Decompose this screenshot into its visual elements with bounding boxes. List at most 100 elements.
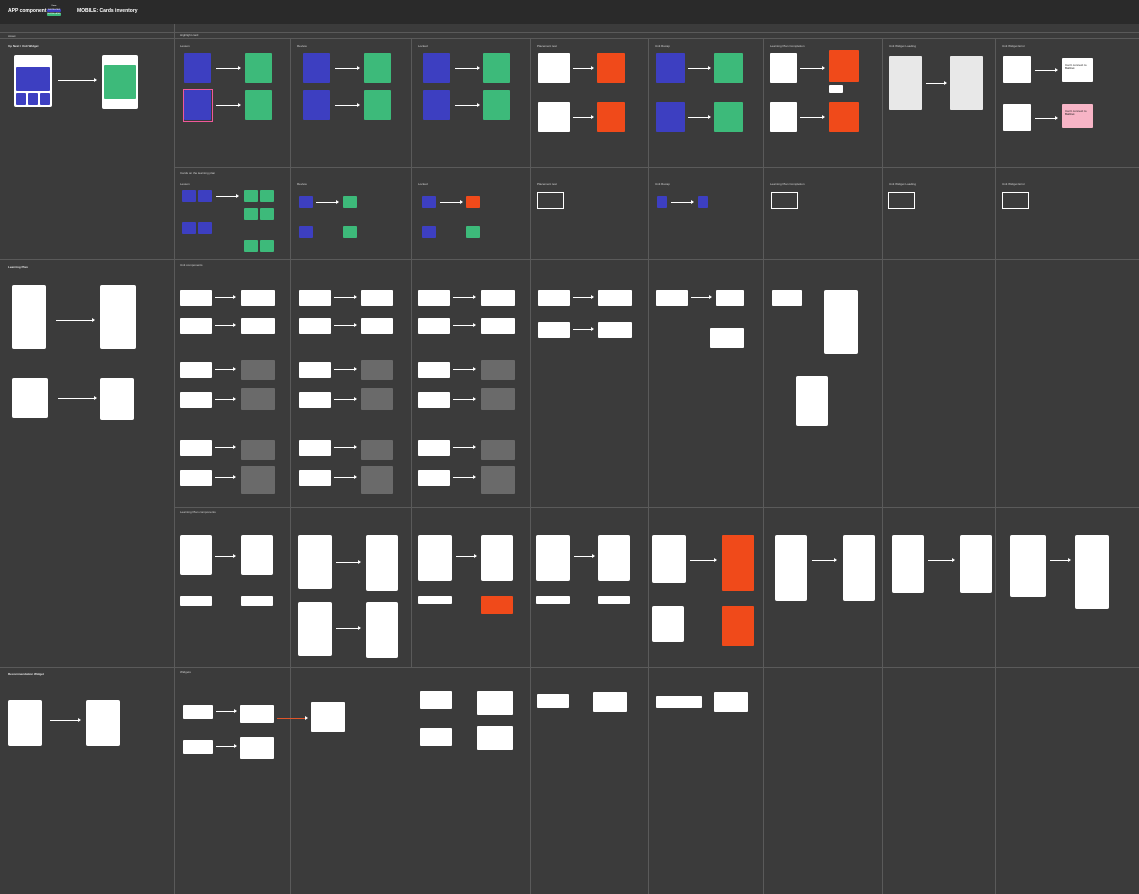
unit-row[interactable] [361,290,393,306]
widget-card[interactable] [656,696,702,708]
placement-card[interactable] [597,53,625,83]
lesson-card[interactable] [245,90,272,120]
unit-row[interactable] [598,290,632,306]
lp-card[interactable] [198,222,212,234]
lp-card[interactable] [698,196,708,208]
unit-row[interactable] [481,318,515,334]
lp-component-phone[interactable] [418,535,452,581]
unit-row-disabled[interactable] [481,360,515,380]
lp-card[interactable] [198,190,212,202]
unit-recap-card[interactable] [656,102,685,132]
lp-card[interactable] [299,226,313,238]
description-phone-2[interactable] [796,376,828,426]
unit-row[interactable] [418,470,450,486]
unit-recap-card[interactable] [714,53,743,83]
lp-completion-mini[interactable] [829,85,843,93]
lp-card[interactable] [422,226,436,238]
lesson-card[interactable] [245,53,272,83]
lp-card[interactable] [260,240,274,252]
unit-row-disabled[interactable] [361,466,393,494]
unit-row-disabled[interactable] [241,440,275,460]
lp-component-row[interactable] [598,596,630,604]
learning-plan-phone-4[interactable] [100,378,134,420]
unit-row[interactable] [299,318,331,334]
unit-row[interactable] [299,362,331,378]
lp-loading-phone[interactable] [843,535,875,601]
unit-row[interactable] [299,290,331,306]
placement-card[interactable] [538,53,570,83]
lp-loading-phone[interactable] [775,535,807,601]
widget-card[interactable] [714,692,748,712]
lp-component-phone[interactable] [180,535,212,575]
widget-card[interactable] [420,691,452,709]
unit-row[interactable] [418,392,450,408]
unit-recap-card[interactable] [714,102,743,132]
widget-card[interactable] [183,740,213,754]
lp-offline-phone[interactable] [1075,535,1109,609]
unit-row[interactable] [772,290,802,306]
review-card[interactable] [364,90,391,120]
unit-row[interactable] [299,392,331,408]
lp-component-phone[interactable] [298,602,332,656]
unit-row-disabled[interactable] [361,440,393,460]
unit-row[interactable] [418,290,450,306]
widget-error-card[interactable] [1003,104,1031,131]
locked-card[interactable] [423,53,450,83]
lp-component-phone[interactable] [481,535,513,581]
unit-row[interactable] [538,322,570,338]
unit-row[interactable] [710,328,744,348]
lp-card[interactable] [182,190,196,202]
unit-row-disabled[interactable] [481,466,515,494]
lp-completion-card[interactable] [770,53,797,83]
lp-error-phone[interactable] [892,535,924,593]
unit-row[interactable] [241,318,275,334]
unit-row[interactable] [180,362,212,378]
widget-card[interactable] [311,702,345,732]
up-next-widget-phone-2[interactable] [102,55,138,109]
widget-error-card[interactable]: Can't connect to Babbel. [1062,58,1093,82]
lesson-card[interactable] [184,53,211,83]
lp-card[interactable] [260,190,274,202]
widget-card[interactable] [240,737,274,759]
unit-row[interactable] [418,440,450,456]
learning-plan-phone-2[interactable] [100,285,136,349]
unit-row-disabled[interactable] [361,360,393,380]
lp-card[interactable] [466,196,480,208]
lp-component-row[interactable] [241,596,273,606]
description-phone[interactable] [824,290,858,354]
lp-card[interactable] [343,226,357,238]
lp-completion-card[interactable] [829,50,859,82]
unit-row-disabled[interactable] [361,388,393,410]
lp-card[interactable] [182,222,196,234]
widget-card[interactable] [537,694,569,708]
lp-component-phone[interactable] [241,535,273,575]
recommendation-phone[interactable] [8,700,42,746]
unit-row-disabled[interactable] [241,360,275,380]
lp-card[interactable] [466,226,480,238]
unit-row[interactable] [299,470,331,486]
unit-row[interactable] [418,318,450,334]
lp-completion-card[interactable] [829,102,859,132]
unit-row-disabled[interactable] [481,440,515,460]
up-next-widget-phone[interactable] [14,55,52,107]
locked-card[interactable] [483,90,510,120]
unit-row[interactable] [180,392,212,408]
unit-row[interactable] [656,290,688,306]
lp-card[interactable] [657,196,667,208]
learning-plan-phone[interactable] [12,285,46,349]
unit-row[interactable] [180,440,212,456]
lp-component-phone[interactable] [366,602,398,658]
placement-card[interactable] [538,102,570,132]
review-card[interactable] [364,53,391,83]
locked-card[interactable] [483,53,510,83]
unit-recap-card[interactable] [656,53,685,83]
unit-row[interactable] [180,318,212,334]
lp-card[interactable] [244,190,258,202]
lp-completion-screen[interactable] [722,535,754,591]
unit-row[interactable] [180,470,212,486]
unit-row[interactable] [418,362,450,378]
lp-card[interactable] [299,196,313,208]
unit-row[interactable] [598,322,632,338]
widget-card[interactable] [477,726,513,750]
widget-card[interactable] [477,691,513,715]
